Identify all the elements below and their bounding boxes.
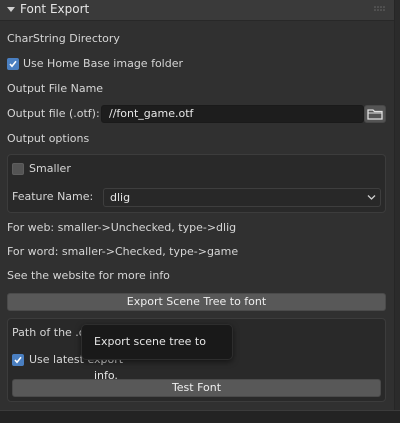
use-home-base-checkbox[interactable] bbox=[7, 58, 19, 70]
browse-folder-button[interactable] bbox=[364, 105, 386, 123]
test-font-button[interactable]: Test Font bbox=[12, 379, 381, 397]
scrollbar-track[interactable] bbox=[395, 0, 400, 410]
feature-name-select[interactable]: dlig bbox=[103, 188, 381, 207]
use-home-base-label[interactable]: Use Home Base image folder bbox=[23, 57, 183, 70]
bottom-bar bbox=[0, 410, 400, 423]
output-file-field[interactable]: //font_game.otf bbox=[101, 105, 364, 123]
panel-header[interactable]: Font Export bbox=[0, 0, 394, 21]
drag-grip-icon[interactable] bbox=[374, 6, 386, 14]
output-file-label: Output file (.otf): bbox=[7, 107, 100, 120]
folder-icon bbox=[367, 109, 383, 120]
charstring-section-label: CharString Directory bbox=[7, 32, 120, 45]
smaller-checkbox[interactable] bbox=[12, 163, 24, 175]
hint-more-info: See the website for more info bbox=[7, 269, 170, 282]
export-scene-tree-button[interactable]: Export Scene Tree to font bbox=[7, 293, 386, 311]
feature-name-value: dlig bbox=[110, 191, 131, 204]
output-options-section-label: Output options bbox=[7, 132, 90, 145]
tooltip: Export scene tree to info. bbox=[81, 324, 233, 382]
output-file-section-label: Output File Name bbox=[7, 82, 104, 95]
panel-title: Font Export bbox=[20, 2, 90, 16]
checkmark-icon bbox=[9, 60, 17, 68]
chevron-down-icon[interactable] bbox=[6, 4, 16, 14]
use-latest-export-checkbox[interactable] bbox=[12, 354, 24, 366]
hint-web: For web: smaller->Unchecked, type->dlig bbox=[7, 221, 237, 234]
chevron-down-icon bbox=[367, 195, 376, 200]
checkmark-icon bbox=[14, 356, 22, 364]
hint-word: For word: smaller->Checked, type->game bbox=[7, 245, 239, 258]
feature-name-label: Feature Name: bbox=[12, 190, 94, 203]
smaller-label[interactable]: Smaller bbox=[29, 162, 71, 175]
